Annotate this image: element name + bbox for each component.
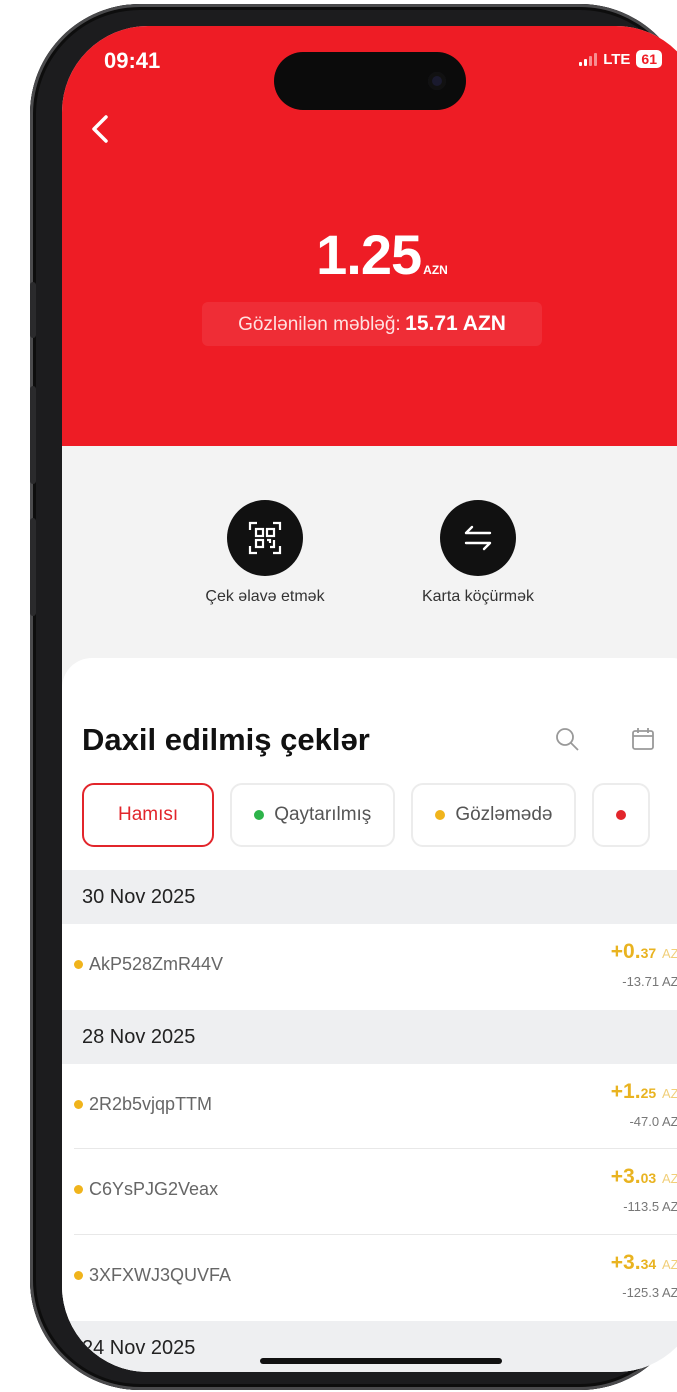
battery-icon: 61 [636, 50, 662, 68]
receipt-row[interactable]: 3XFXWJ3QUVFA +3.34 AZN -125.3 AZN [62, 1235, 677, 1321]
purchase-amount: -47.0 AZN [629, 1114, 677, 1129]
cashback-amount: +3.34 AZN [610, 1251, 677, 1274]
home-indicator[interactable] [260, 1358, 502, 1364]
balance-amount: 1.25 [316, 223, 422, 286]
receipts-title: Daxil edilmiş çeklər [82, 722, 370, 757]
volume-down-button [30, 518, 36, 616]
add-receipt-label: Çek əlavə etmək [205, 588, 325, 605]
date-header: 30 Nov 2025 [62, 870, 677, 924]
pending-dot-icon [74, 1185, 83, 1194]
camera-icon [428, 72, 446, 90]
app-screen: 09:41 LTE 61 1.25 AZN Gözlənilən məbləğ: … [62, 26, 677, 1372]
receipt-ref: 3XFXWJ3QUVFA [89, 1265, 232, 1285]
search-icon[interactable] [554, 726, 580, 752]
expected-label: Gözlənilən məbləğ: [238, 314, 401, 335]
receipt-ref: 2R2b5vjqpTTM [89, 1094, 213, 1114]
transfer-arrows-icon [440, 500, 516, 576]
filter-all-chip[interactable]: Hamısı [82, 783, 215, 847]
pending-dot-icon [74, 960, 83, 969]
chevron-left-icon [92, 115, 108, 143]
add-receipt-button[interactable]: Çek əlavə etmək [165, 500, 365, 606]
qr-scan-icon [227, 500, 303, 576]
transfer-to-card-label: Karta köçürmək [421, 588, 535, 605]
back-button[interactable] [80, 112, 120, 156]
status-time: 09:41 [104, 48, 161, 73]
yellow-dot-icon [435, 810, 446, 820]
receipt-row[interactable]: 2R2b5vjqpTTM +1.25 AZN -47.0 AZN [62, 1064, 677, 1150]
purchase-amount: -13.71 AZN [622, 974, 677, 989]
cashback-amount: +0.37 AZN [610, 940, 677, 963]
balance-header: 09:41 LTE 61 1.25 AZN Gözlənilən məbləğ: … [62, 26, 677, 446]
receipt-row[interactable]: AkP528ZmR44V +0.37 AZN -13.71 AZN [62, 924, 677, 1010]
date-header: 24 Nov 2025 [62, 1321, 677, 1372]
filter-pending-label: Gözləmədə [455, 804, 553, 825]
filter-all-label: Hamısı [118, 804, 179, 825]
cashback-amount: +3.03 AZN [610, 1165, 677, 1188]
pending-dot-icon [74, 1271, 83, 1280]
mute-switch [30, 282, 36, 338]
signal-icon [579, 52, 598, 66]
green-dot-icon [254, 810, 265, 820]
receipt-row[interactable]: C6YsPJG2Veax +3.03 AZN -113.5 AZN [62, 1149, 677, 1235]
filter-pending-chip[interactable]: Gözləmədə [411, 783, 577, 847]
purchase-amount: -125.3 AZN [622, 1285, 677, 1300]
calendar-icon[interactable] [630, 726, 656, 752]
balance-unit: AZN [423, 263, 448, 277]
transfer-to-card-button[interactable]: Karta köçürmək [378, 500, 578, 606]
filter-chips: Hamısı Qaytarılmış Gözləmədə [82, 783, 651, 847]
filter-refunded-chip[interactable]: Qaytarılmış [230, 783, 396, 847]
expected-amount: Gözlənilən məbləğ: 15.71 AZN [202, 302, 542, 346]
balance-display: 1.25 AZN [62, 222, 677, 287]
cashback-amount: +1.25 AZN [610, 1080, 677, 1103]
receipt-ref: C6YsPJG2Veax [89, 1179, 219, 1199]
receipts-card: Daxil edilmiş çeklər Hamısı Qaytarılmış … [62, 658, 677, 1372]
dynamic-island [274, 52, 466, 110]
receipt-ref: AkP528ZmR44V [89, 954, 224, 974]
filter-refunded-label: Qaytarılmış [274, 804, 372, 825]
status-indicators: LTE 61 [579, 50, 662, 68]
date-header: 28 Nov 2025 [62, 1010, 677, 1064]
network-label: LTE [603, 50, 631, 68]
volume-up-button [30, 386, 36, 484]
expected-value: 15.71 AZN [405, 312, 506, 335]
filter-rejected-chip[interactable] [592, 783, 651, 847]
purchase-amount: -113.5 AZN [623, 1199, 677, 1214]
red-dot-icon [616, 810, 627, 820]
pending-dot-icon [74, 1100, 83, 1109]
